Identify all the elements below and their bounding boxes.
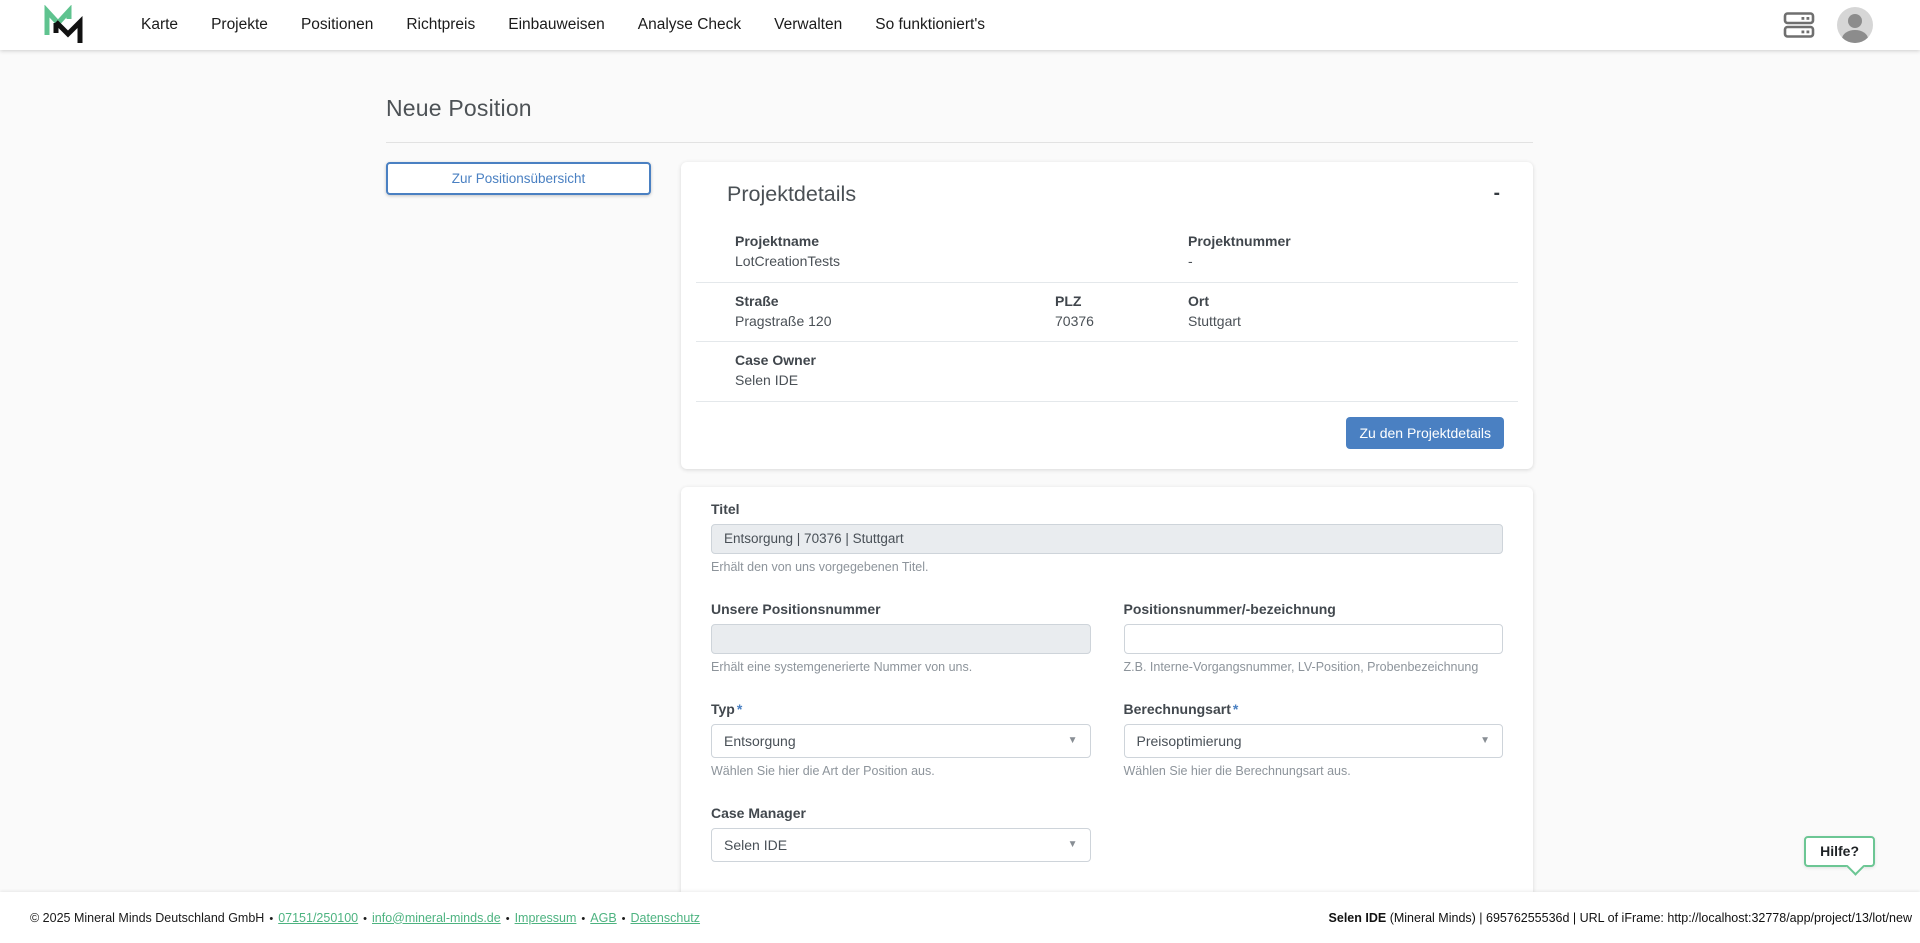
typ-label: Typ*: [711, 701, 1091, 717]
table-row: Case Owner Selen IDE: [696, 342, 1518, 402]
strasse-label: Straße: [735, 291, 1047, 311]
case-manager-select-value: Selen IDE: [724, 837, 787, 853]
phone-link[interactable]: 07151/250100: [278, 911, 358, 925]
nav-item-projekte[interactable]: Projekte: [211, 10, 268, 40]
avatar-person-icon: [1848, 14, 1862, 28]
project-details-table: Projektname LotCreationTests Projektnumm…: [696, 223, 1518, 402]
typ-hint: Wählen Sie hier die Art der Position aus…: [711, 764, 1091, 778]
chevron-down-icon: ▼: [1480, 735, 1490, 746]
positionsnummer-label: Positionsnummer/-bezeichnung: [1124, 601, 1504, 617]
help-button[interactable]: Hilfe?: [1804, 836, 1875, 867]
titel-hint: Erhält den von uns vorgegebenen Titel.: [711, 560, 1503, 574]
chevron-down-icon: ▼: [1068, 839, 1078, 850]
nav-item-richtpreis[interactable]: Richtpreis: [406, 10, 475, 40]
impressum-link[interactable]: Impressum: [515, 911, 577, 925]
case-owner-value: Selen IDE: [735, 370, 1510, 390]
unsere-positionsnummer-hint: Erhält eine systemgenerierte Nummer von …: [711, 660, 1091, 674]
server-rack-icon[interactable]: [1783, 9, 1815, 41]
ort-label: Ort: [1188, 291, 1510, 311]
plz-label: PLZ: [1055, 291, 1180, 311]
email-link[interactable]: info@mineral-minds.de: [372, 911, 501, 925]
required-asterisk: *: [1233, 701, 1238, 717]
typ-select-value: Entsorgung: [724, 733, 796, 749]
position-form-card: Titel Erhält den von uns vorgegebenen Ti…: [681, 487, 1533, 892]
project-details-button[interactable]: Zu den Projektdetails: [1346, 417, 1504, 449]
berechnungsart-label: Berechnungsart*: [1124, 701, 1504, 717]
session-info: Selen IDE (Mineral Minds) | 69576255536d…: [1329, 911, 1912, 925]
projektname-label: Projektname: [735, 231, 1180, 251]
unsere-positionsnummer-input[interactable]: [711, 624, 1091, 654]
app-header: Karte Projekte Positionen Richtpreis Ein…: [0, 0, 1920, 50]
nav-item-so-funktionierts[interactable]: So funktioniert's: [875, 10, 985, 40]
typ-select[interactable]: Entsorgung ▼: [711, 724, 1091, 758]
user-avatar[interactable]: [1837, 7, 1873, 43]
session-user: Selen IDE: [1329, 911, 1387, 925]
title-divider: [386, 142, 1533, 143]
agb-link[interactable]: AGB: [590, 911, 616, 925]
page-title: Neue Position: [386, 95, 1533, 122]
copyright-text: © 2025 Mineral Minds Deutschland GmbH: [30, 911, 264, 925]
footer-legal: © 2025 Mineral Minds Deutschland GmbH•07…: [30, 911, 700, 925]
case-owner-label: Case Owner: [735, 350, 1510, 370]
projektname-value: LotCreationTests: [735, 251, 1180, 271]
berechnungsart-hint: Wählen Sie hier die Berechnungsart aus.: [1124, 764, 1504, 778]
projektnummer-label: Projektnummer: [1188, 231, 1510, 251]
berechnungsart-select[interactable]: Preisoptimierung ▼: [1124, 724, 1504, 758]
case-manager-label: Case Manager: [711, 805, 1091, 821]
berechnungsart-select-value: Preisoptimierung: [1137, 733, 1242, 749]
projektnummer-value: -: [1188, 251, 1510, 271]
nav-item-analyse-check[interactable]: Analyse Check: [638, 10, 741, 40]
table-row: Projektname LotCreationTests Projektnumm…: [696, 223, 1518, 282]
datenschutz-link[interactable]: Datenschutz: [631, 911, 700, 925]
project-card-title: Projektdetails: [727, 182, 856, 207]
nav-item-einbauweisen[interactable]: Einbauweisen: [508, 10, 605, 40]
case-manager-select[interactable]: Selen IDE ▼: [711, 828, 1091, 862]
app-footer: © 2025 Mineral Minds Deutschland GmbH•07…: [0, 892, 1920, 943]
positions-overview-button[interactable]: Zur Positionsübersicht: [386, 162, 651, 195]
ort-value: Stuttgart: [1188, 311, 1510, 331]
main-content: Neue Position Zur Positionsübersicht Pro…: [386, 50, 1533, 892]
project-details-card: Projektdetails - Projektname LotCreation…: [681, 162, 1533, 469]
collapse-minus-icon[interactable]: -: [1490, 182, 1504, 205]
positionsnummer-input[interactable]: [1124, 624, 1504, 654]
main-nav: Karte Projekte Positionen Richtpreis Ein…: [141, 10, 985, 40]
mineral-minds-logo-icon[interactable]: [43, 5, 85, 45]
required-asterisk: *: [737, 701, 742, 717]
titel-input[interactable]: [711, 524, 1503, 554]
nav-item-karte[interactable]: Karte: [141, 10, 178, 40]
plz-value: 70376: [1055, 311, 1180, 331]
positionsnummer-hint: Z.B. Interne-Vorgangsnummer, LV-Position…: [1124, 660, 1504, 674]
titel-label: Titel: [711, 501, 1503, 517]
nav-item-verwalten[interactable]: Verwalten: [774, 10, 842, 40]
nav-item-positionen[interactable]: Positionen: [301, 10, 373, 40]
unsere-positionsnummer-label: Unsere Positionsnummer: [711, 601, 1091, 617]
chevron-down-icon: ▼: [1068, 735, 1078, 746]
table-row: Straße Pragstraße 120 PLZ 70376 Ort Stut…: [696, 282, 1518, 342]
strasse-value: Pragstraße 120: [735, 311, 1047, 331]
